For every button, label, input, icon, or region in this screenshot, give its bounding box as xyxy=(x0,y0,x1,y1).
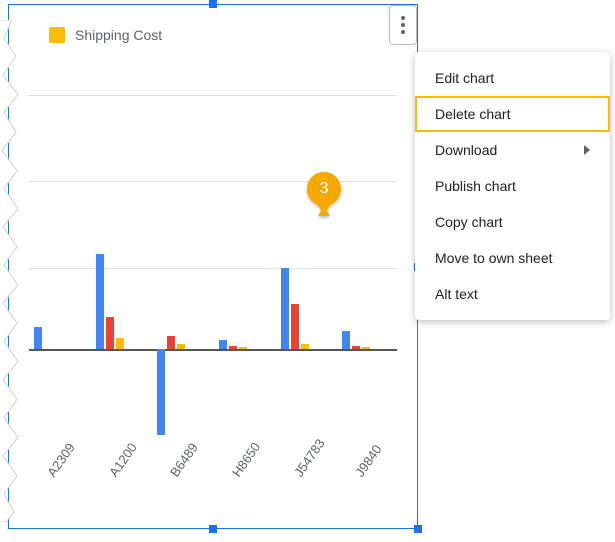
x-axis-label: J9840 xyxy=(352,442,385,480)
x-axis-label: A2309 xyxy=(44,440,78,479)
chart-legend: Shipping Cost xyxy=(49,27,162,43)
gridline xyxy=(29,95,397,96)
resize-handle-top[interactable] xyxy=(209,0,217,8)
menu-item-download[interactable]: Download xyxy=(415,132,610,168)
bar xyxy=(106,317,114,349)
menu-item-move-to-own-sheet[interactable]: Move to own sheet xyxy=(415,240,610,276)
resize-handle-bottom[interactable] xyxy=(209,525,217,533)
bar xyxy=(167,336,175,350)
vertical-dots-icon xyxy=(401,16,405,34)
bar xyxy=(229,346,237,350)
menu-item-label: Download xyxy=(435,142,497,158)
bar xyxy=(34,327,42,350)
x-axis-baseline xyxy=(29,349,397,351)
bar xyxy=(96,254,104,349)
menu-item-publish-chart[interactable]: Publish chart xyxy=(415,168,610,204)
bar xyxy=(291,304,299,349)
chart-context-menu: Edit chart Delete chart Download Publish ch… xyxy=(415,52,610,320)
bar xyxy=(239,347,247,349)
menu-item-label: Publish chart xyxy=(435,178,516,194)
resize-handle-bottom-right[interactable] xyxy=(414,525,422,533)
menu-item-copy-chart[interactable]: Copy chart xyxy=(415,204,610,240)
bar xyxy=(219,340,227,349)
bar xyxy=(352,346,360,349)
bar xyxy=(177,344,185,349)
menu-item-label: Alt text xyxy=(435,286,478,302)
gridline xyxy=(29,268,397,269)
menu-item-label: Delete chart xyxy=(435,106,510,122)
bar xyxy=(281,268,289,350)
chart-more-menu-button[interactable] xyxy=(389,5,417,45)
bar xyxy=(301,344,309,349)
menu-item-delete-chart[interactable]: Delete chart xyxy=(415,96,610,132)
menu-item-edit-chart[interactable]: Edit chart xyxy=(415,60,610,96)
x-axis-labels: A2309 A1200 B6489 H8650 J54783 J9840 xyxy=(29,433,397,493)
bar xyxy=(362,347,370,349)
x-axis-label: A1200 xyxy=(106,440,140,479)
submenu-arrow-icon xyxy=(584,145,590,155)
step-badge: 3 xyxy=(305,170,343,220)
x-axis-label: H8650 xyxy=(229,440,263,480)
legend-label: Shipping Cost xyxy=(75,27,162,43)
x-axis-label: J54783 xyxy=(291,436,328,480)
chart-plot-area xyxy=(29,95,397,438)
menu-item-label: Move to own sheet xyxy=(435,250,553,266)
bar xyxy=(342,331,350,349)
step-number: 3 xyxy=(305,170,343,208)
menu-item-label: Edit chart xyxy=(435,70,494,86)
x-axis-label: B6489 xyxy=(167,440,201,479)
menu-item-label: Copy chart xyxy=(435,214,503,230)
bar xyxy=(116,338,124,349)
legend-swatch-shipping-cost xyxy=(49,27,65,43)
chart-container[interactable]: Shipping Cost A2309 A1200 B6489 H8650 J54783… xyxy=(8,4,418,529)
menu-item-alt-text[interactable]: Alt text xyxy=(415,276,610,312)
bar xyxy=(157,349,165,435)
torn-edge-decoration xyxy=(0,20,24,522)
